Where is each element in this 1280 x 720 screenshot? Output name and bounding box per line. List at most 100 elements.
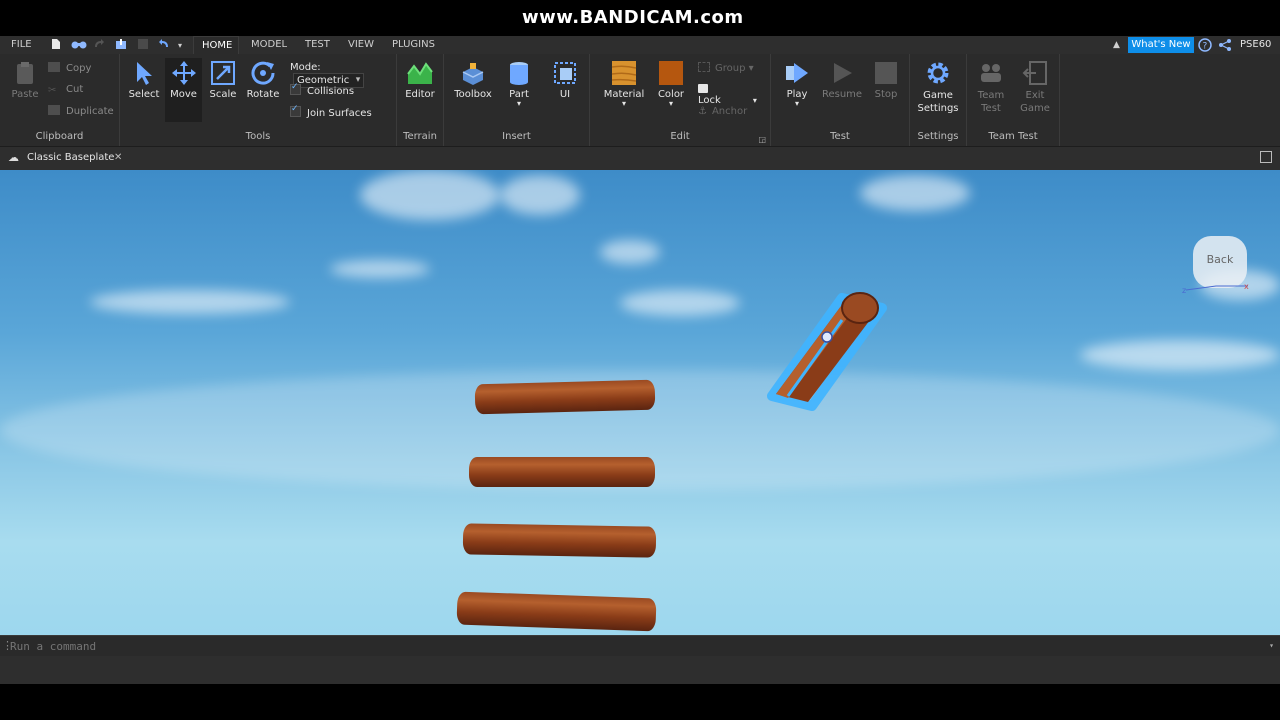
scale-label: Scale (209, 89, 237, 100)
undo-icon[interactable] (158, 38, 170, 50)
part-button[interactable]: Part ▾ (504, 60, 534, 108)
ribbon: Paste Copy ✂ Cut Duplicate Clipboard Sele… (0, 54, 1280, 147)
select-label: Select (128, 89, 160, 100)
scale-tool-button[interactable]: Scale (206, 60, 240, 100)
tab-home[interactable]: HOME (193, 36, 239, 54)
studio-window: FILE ▾ HOME MODEL TEST VIEW PLUGINS ▲ Wh… (0, 36, 1280, 684)
group-icon (698, 62, 710, 72)
copy-button[interactable]: Copy (48, 62, 91, 74)
collisions-label: Collisions (307, 86, 355, 97)
cloud (860, 175, 970, 211)
part-cylinder-icon (510, 62, 528, 85)
toolbox-button[interactable]: Toolbox (452, 60, 494, 100)
cloud (500, 175, 580, 215)
share-icon[interactable] (1218, 38, 1232, 52)
ui-label: UI (559, 89, 571, 100)
ui-button[interactable]: UI (550, 60, 580, 100)
svg-text:?: ? (1203, 42, 1208, 52)
bandicam-watermark: www.BANDICAM.com (522, 7, 744, 28)
part-dropdown-icon[interactable]: ▾ (504, 100, 534, 108)
stop-label: Stop (874, 89, 898, 100)
collapse-ribbon-icon[interactable]: ▲ (1113, 40, 1120, 50)
wooden-log-part[interactable] (462, 523, 657, 558)
stop-button: Stop (870, 60, 902, 100)
command-dropdown-icon[interactable]: ▾ (1269, 636, 1274, 656)
wooden-log-part[interactable] (469, 457, 655, 487)
cloud (600, 240, 660, 264)
whats-new-button[interactable]: What's New (1128, 37, 1194, 53)
terrain-group-label: Terrain (403, 131, 437, 142)
settings-group: Game Settings Settings (910, 54, 967, 146)
user-name[interactable]: PSE60 (1240, 39, 1271, 50)
duplicate-label: Duplicate (66, 106, 114, 117)
terrain-mountain-icon (407, 62, 433, 84)
command-input[interactable] (10, 638, 1250, 654)
color-dropdown-icon[interactable]: ▾ (653, 100, 689, 108)
paste-button[interactable]: Paste (8, 60, 42, 100)
lock-button[interactable]: Lock ▾ (698, 84, 770, 106)
material-dropdown-icon[interactable]: ▾ (602, 100, 646, 108)
mode-label: Mode: (290, 62, 321, 73)
tab-model[interactable]: MODEL (251, 39, 287, 50)
toolbox-icon (462, 63, 484, 85)
join-surfaces-toggle[interactable]: Join Surfaces (290, 104, 372, 119)
status-area (0, 656, 1280, 684)
collisions-toggle[interactable]: Collisions (290, 82, 355, 97)
help-icon[interactable]: ? (1198, 38, 1212, 52)
rotate-icon (251, 61, 275, 85)
cut-button[interactable]: ✂ Cut (48, 84, 84, 96)
insert-group: Toolbox Part ▾ UI Insert (444, 54, 590, 146)
resume-icon (834, 63, 852, 83)
open-file-icon[interactable] (71, 38, 87, 50)
edit-group-label: Edit (670, 131, 690, 142)
gear-icon (927, 62, 949, 84)
play-button[interactable]: Play ▾ (779, 60, 815, 108)
rotate-tool-button[interactable]: Rotate (244, 60, 282, 100)
game-settings-button[interactable]: Game Settings (914, 60, 962, 115)
test-group-label: Test (830, 131, 850, 142)
tools-group: Select Move Scale Rotate Mode: Geometric… (120, 54, 397, 146)
anchor-button: ⚓ Anchor (698, 106, 747, 117)
join-surfaces-checkbox[interactable] (290, 104, 301, 117)
move-arrows-icon (171, 61, 196, 85)
tab-test[interactable]: TEST (305, 39, 330, 50)
document-tab[interactable]: ☁ Classic Baseplate ✕ (0, 147, 136, 170)
wooden-log-part[interactable] (474, 379, 656, 415)
cloud (330, 260, 430, 278)
tab-view[interactable]: VIEW (348, 39, 374, 50)
terrain-group: Editor Terrain (397, 54, 444, 146)
3d-viewport[interactable]: Back zx (0, 170, 1280, 635)
game-settings-label-line1: Game (923, 90, 953, 101)
duplicate-button[interactable]: Duplicate (48, 105, 114, 117)
publish-icon[interactable] (115, 38, 127, 50)
new-file-icon[interactable] (50, 38, 62, 50)
close-tab-icon[interactable]: ✕ (114, 147, 122, 169)
edit-group: Material ▾ Color ▾ Group ▾ Lock ▾ ⚓ Anchor… (590, 54, 771, 146)
selected-log-part[interactable] (760, 278, 890, 413)
tab-plugins[interactable]: PLUGINS (392, 39, 435, 50)
collisions-checkbox[interactable] (290, 82, 301, 95)
move-tool-button[interactable]: Move (165, 58, 202, 122)
command-bar[interactable]: ⋮ ▾ (0, 635, 1280, 656)
cursor-arrow-icon (137, 62, 152, 85)
play-dropdown-icon[interactable]: ▾ (779, 100, 815, 108)
toolbox-label: Toolbox (454, 89, 492, 100)
material-button[interactable]: Material ▾ (602, 60, 646, 108)
lock-dropdown-icon[interactable]: ▾ (753, 96, 757, 105)
move-handle-icon[interactable] (821, 331, 833, 343)
terrain-editor-button[interactable]: Editor (402, 60, 438, 100)
team-test-label-line1: Team (977, 90, 1005, 101)
exit-game-button: Exit Game (1015, 60, 1055, 115)
team-test-button: Team Test (971, 60, 1011, 115)
wooden-log-part[interactable] (456, 591, 657, 632)
file-menu[interactable]: FILE (11, 39, 32, 50)
team-test-group: Team Test Exit Game Team Test (967, 54, 1060, 146)
svg-text:x: x (1244, 282, 1249, 291)
cut-label: Cut (66, 84, 84, 95)
view-cube-back-label: Back (1206, 253, 1234, 266)
color-button[interactable]: Color ▾ (653, 60, 689, 108)
cloud-icon: ☁ (8, 151, 19, 164)
quick-access-dropdown-icon[interactable]: ▾ (178, 41, 182, 50)
select-tool-button[interactable]: Select (126, 60, 162, 100)
window-toggle-icon[interactable] (1260, 151, 1272, 163)
